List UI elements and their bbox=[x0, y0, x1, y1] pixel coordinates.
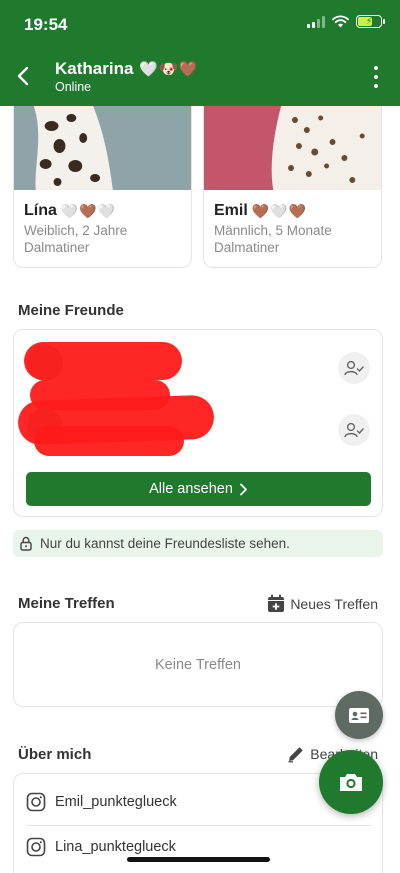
friend-status-button[interactable] bbox=[338, 414, 370, 446]
battery-icon: ⚡ bbox=[356, 15, 385, 28]
see-all-label: Alle ansehen bbox=[149, 481, 233, 497]
contact-card-button[interactable] bbox=[335, 691, 383, 739]
friend-status-button[interactable] bbox=[338, 352, 370, 384]
instagram-icon bbox=[26, 837, 46, 857]
dog-card-lina[interactable]: Lína 🤍🤎🤍 Weiblich, 2 Jahre Dalmatiner bbox=[13, 106, 192, 268]
status-bar: 19:54 ⚡ bbox=[0, 0, 400, 48]
meetings-title: Meine Treffen bbox=[18, 595, 115, 612]
contact-card-icon bbox=[349, 707, 369, 723]
privacy-note-text: Nur du kannst deine Freundesliste sehen. bbox=[40, 536, 290, 551]
new-meeting-label: Neues Treffen bbox=[290, 595, 378, 612]
dog-details: Männlich, 5 Monate bbox=[214, 223, 332, 238]
camera-icon bbox=[340, 774, 362, 791]
see-all-friends-button[interactable]: Alle ansehen bbox=[26, 472, 371, 506]
person-check-icon bbox=[344, 422, 364, 438]
dog-breed: Dalmatiner bbox=[214, 240, 280, 255]
meetings-card: Keine Treffen bbox=[13, 622, 383, 707]
instagram-icon bbox=[26, 792, 46, 812]
social-link-emil[interactable]: Emil_punkteglueck bbox=[26, 792, 177, 812]
social-link-lina[interactable]: Lina_punkteglueck bbox=[26, 837, 176, 857]
dog-card-emil[interactable]: Emil 🤎🤍🤎 Männlich, 5 Monate Dalmatiner bbox=[203, 106, 382, 268]
dog-photo-lina bbox=[14, 106, 191, 190]
friends-title: Meine Freunde bbox=[18, 302, 124, 319]
pencil-icon bbox=[288, 747, 303, 763]
meetings-empty-text: Keine Treffen bbox=[155, 656, 241, 673]
status-icons: ⚡ bbox=[307, 15, 385, 28]
chat-title[interactable]: Katharina 🤍🐶🤎 Online bbox=[55, 59, 198, 94]
contact-name-emoji: 🤍🐶🤎 bbox=[139, 61, 199, 78]
signal-icon bbox=[307, 15, 325, 28]
dog-name: Emil bbox=[214, 202, 248, 219]
lock-icon bbox=[20, 536, 32, 551]
new-meeting-button[interactable]: Neues Treffen bbox=[267, 594, 378, 613]
app-header: 19:54 ⚡ Katharina 🤍🐶🤎 Online bbox=[0, 0, 400, 106]
calendar-add-icon bbox=[268, 594, 285, 612]
about-title: Über mich bbox=[18, 746, 92, 763]
dog-breed: Dalmatiner bbox=[24, 240, 90, 255]
status-time: 19:54 bbox=[24, 15, 68, 34]
friends-card: Alle ansehen bbox=[13, 329, 383, 517]
dog-emoji: 🤍🤎🤍 bbox=[60, 202, 117, 219]
contact-name: Katharina bbox=[55, 59, 134, 78]
more-vert-icon[interactable] bbox=[368, 66, 384, 88]
dog-name: Lína bbox=[24, 202, 57, 219]
wifi-icon bbox=[332, 15, 349, 28]
divider bbox=[26, 825, 371, 826]
back-icon bbox=[17, 66, 29, 86]
home-indicator[interactable] bbox=[127, 857, 270, 862]
redacted-friend-name bbox=[24, 342, 182, 380]
dog-photo-emil bbox=[204, 106, 381, 190]
social-handle: Lina_punkteglueck bbox=[55, 839, 176, 855]
online-status: Online bbox=[55, 80, 92, 94]
dog-emoji: 🤎🤍🤎 bbox=[251, 202, 308, 219]
camera-button[interactable] bbox=[319, 750, 383, 814]
back-button[interactable] bbox=[10, 62, 36, 90]
person-check-icon bbox=[344, 360, 364, 376]
privacy-note: Nur du kannst deine Freundesliste sehen. bbox=[13, 530, 383, 557]
social-handle: Emil_punkteglueck bbox=[55, 794, 177, 810]
redacted-friend-name bbox=[34, 426, 184, 456]
dog-details: Weiblich, 2 Jahre bbox=[24, 223, 128, 238]
chevron-right-icon bbox=[240, 483, 247, 495]
